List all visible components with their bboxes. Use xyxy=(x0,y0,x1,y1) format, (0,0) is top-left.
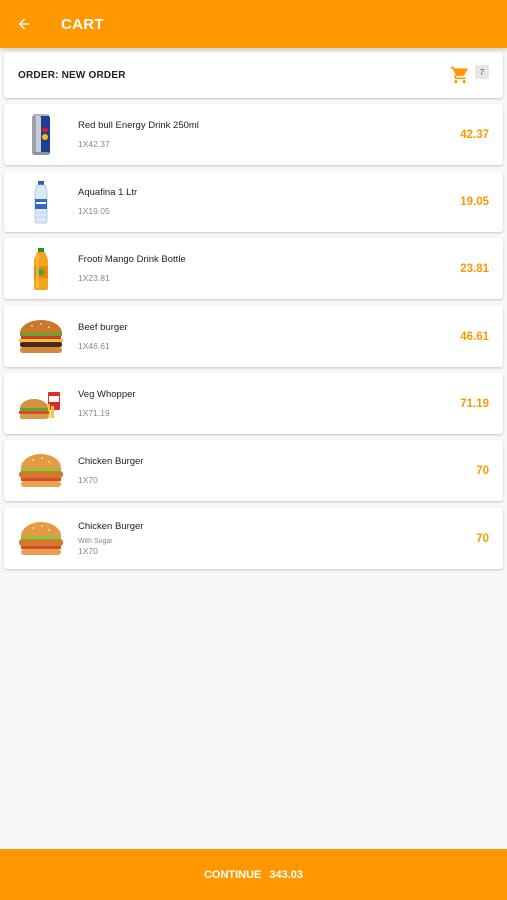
order-header: ORDER: NEW ORDER 7 xyxy=(4,52,503,98)
item-name: Chicken Burger xyxy=(78,456,144,467)
cart-item[interactable]: Chicken Burger With Sugar 1X70 70 xyxy=(4,508,503,569)
beef-burger-image xyxy=(4,306,78,367)
order-total: 343.03 xyxy=(269,868,304,881)
cart-button[interactable]: 7 xyxy=(450,65,489,85)
back-button[interactable] xyxy=(0,0,48,48)
arrow-left-icon xyxy=(18,18,30,30)
item-price: 71.19 xyxy=(460,397,489,410)
red-bull-can-image xyxy=(4,104,78,165)
item-quantity: 1X46.61 xyxy=(78,341,110,351)
cart-item[interactable]: Aquafina 1 Ltr 1X19.05 19.05 xyxy=(4,171,503,232)
item-quantity: 1X71.19 xyxy=(78,408,110,418)
item-note: With Sugar xyxy=(78,538,113,545)
cart-item[interactable]: Beef burger 1X46.61 46.61 xyxy=(4,306,503,367)
cart-item[interactable]: Frooti Mango Drink Bottle 1X23.81 23.81 xyxy=(4,238,503,299)
veg-whopper-meal-image xyxy=(4,373,78,434)
item-name: Red bull Energy Drink 250ml xyxy=(78,120,199,131)
item-quantity: 1X70 xyxy=(78,546,98,556)
item-price: 23.81 xyxy=(460,262,489,275)
cart-count-badge: 7 xyxy=(475,65,489,79)
item-quantity: 1X23.81 xyxy=(78,273,110,283)
continue-button[interactable]: CONTINUE 343.03 xyxy=(0,849,507,900)
app-bar: CART xyxy=(0,0,507,48)
cart-item[interactable]: Chicken Burger 1X70 70 xyxy=(4,440,503,501)
cart-item[interactable]: Red bull Energy Drink 250ml 1X42.37 42.3… xyxy=(4,104,503,165)
item-quantity: 1X19.05 xyxy=(78,206,110,216)
item-name: Aquafina 1 Ltr xyxy=(78,187,138,198)
item-name: Frooti Mango Drink Bottle xyxy=(78,254,186,265)
item-price: 19.05 xyxy=(460,195,489,208)
order-label: ORDER: NEW ORDER xyxy=(18,69,126,81)
item-name: Veg Whopper xyxy=(78,389,136,400)
item-quantity: 1X42.37 xyxy=(78,139,110,149)
page-title: CART xyxy=(61,15,104,33)
item-name: Chicken Burger xyxy=(78,521,144,532)
item-price: 70 xyxy=(476,532,489,545)
item-price: 46.61 xyxy=(460,330,489,343)
item-name: Beef burger xyxy=(78,322,128,333)
mango-drink-bottle-image xyxy=(4,238,78,299)
continue-label: CONTINUE xyxy=(203,868,262,881)
item-quantity: 1X70 xyxy=(78,475,98,485)
item-price: 70 xyxy=(476,464,489,477)
cart-item[interactable]: Veg Whopper 1X71.19 71.19 xyxy=(4,373,503,434)
cart-icon xyxy=(450,66,468,84)
water-bottle-image xyxy=(4,171,78,232)
item-price: 42.37 xyxy=(460,128,489,141)
chicken-burger-image xyxy=(4,508,78,569)
chicken-burger-image xyxy=(4,440,78,501)
